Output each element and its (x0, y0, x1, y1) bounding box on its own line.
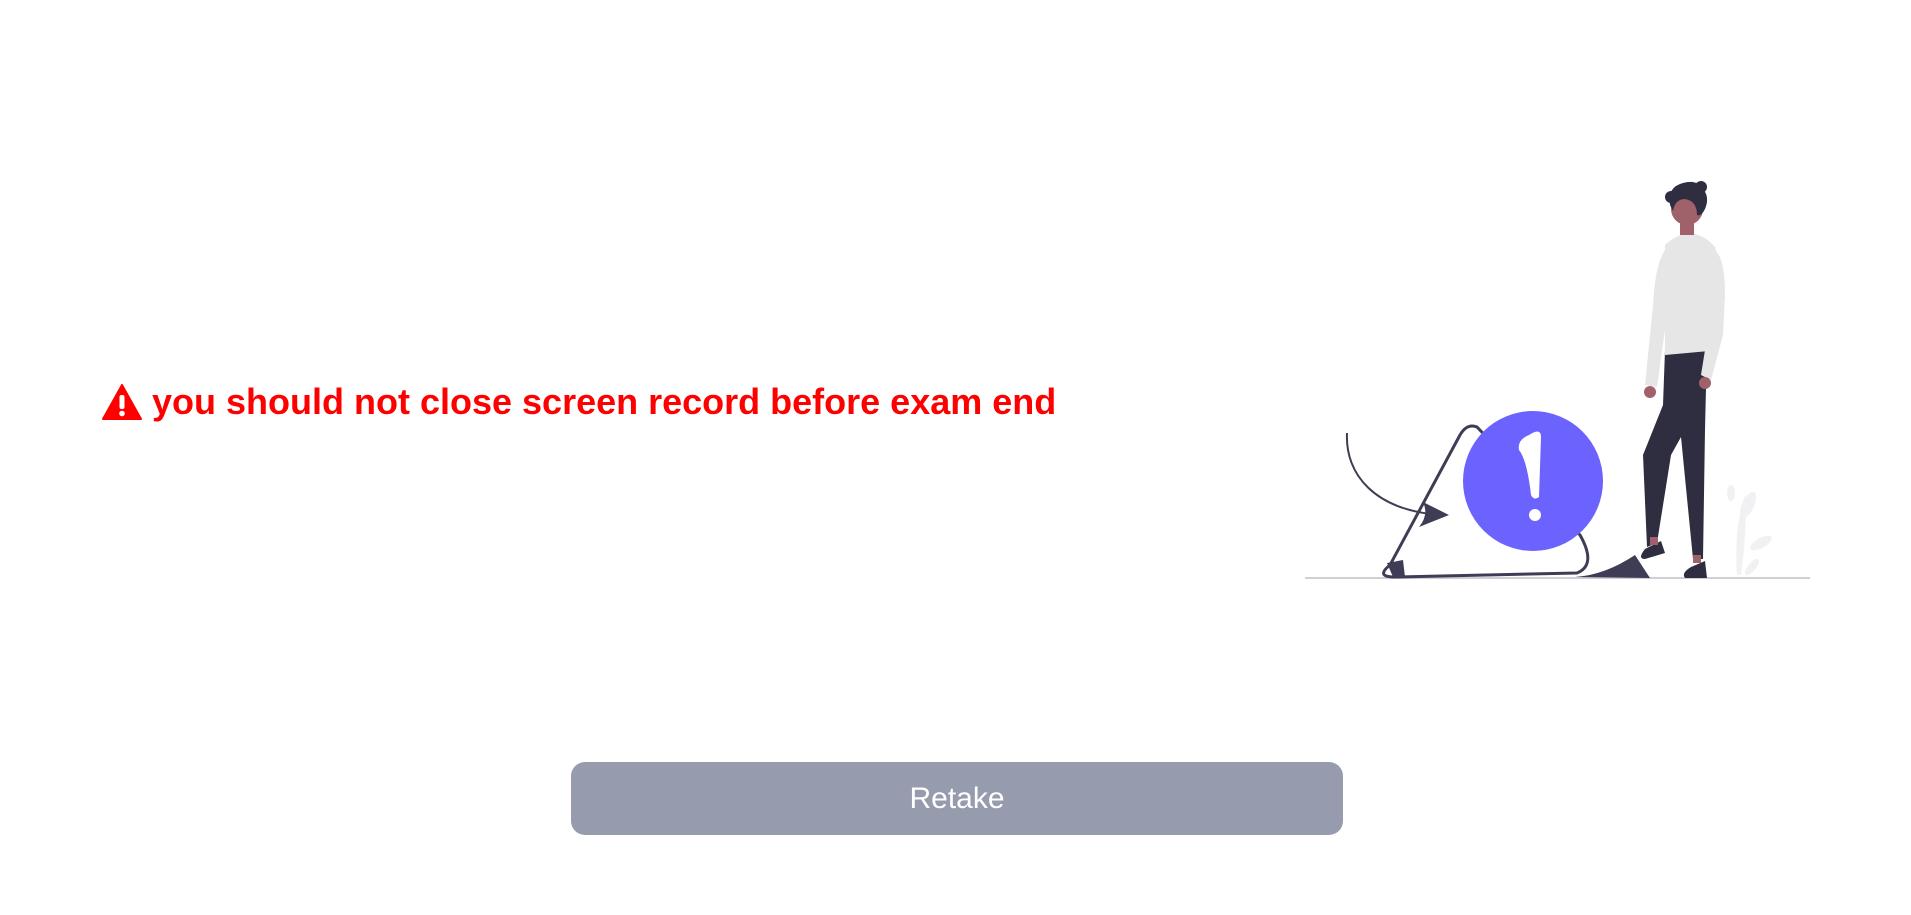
warning-triangle-icon (102, 384, 142, 420)
warning-text: you should not close screen record befor… (152, 381, 1057, 422)
page: you should not close screen record befor… (0, 0, 1911, 915)
retake-button[interactable]: Retake (571, 762, 1343, 835)
person-alert-illustration (1305, 175, 1810, 585)
warning-message: you should not close screen record befor… (102, 378, 1056, 426)
